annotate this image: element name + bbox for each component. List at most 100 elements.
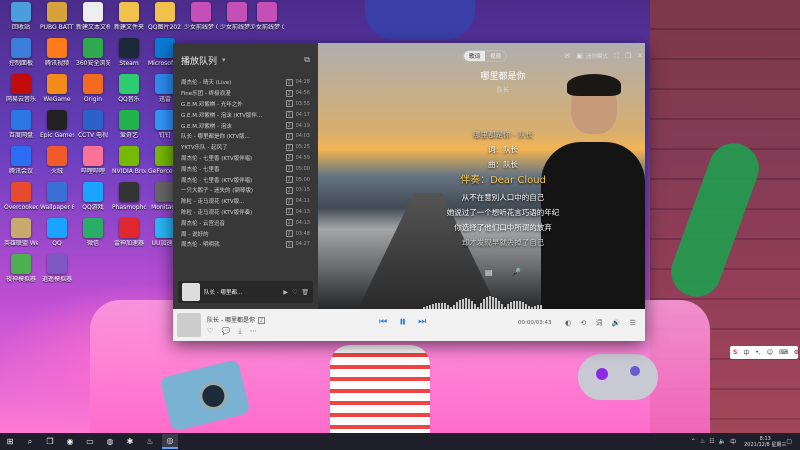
desktop-icon[interactable]: QQ音乐 xyxy=(112,74,146,103)
pause-icon[interactable]: ⏸ xyxy=(399,314,406,330)
volume-tray-icon[interactable]: 🔈 xyxy=(719,438,726,445)
mini-mode-label[interactable]: 迷你模式 xyxy=(586,52,608,60)
desktop-icon[interactable]: 网易云音乐 xyxy=(4,74,38,103)
queue-item[interactable]: 周 - 说好的 Z 03:48 xyxy=(173,228,318,239)
queue-item[interactable]: 陈粒 - 走马观花 (KTV版... Z 04:11 xyxy=(173,196,318,207)
desktop-icon[interactable]: 回收站 xyxy=(4,2,38,31)
tab-video[interactable]: 视频 xyxy=(485,51,506,61)
like-icon[interactable]: ♡ xyxy=(207,327,213,335)
next-track-icon[interactable]: ⏭ xyxy=(418,317,426,327)
queue-item[interactable]: 周杰伦 - 七里香 Z 05:00 xyxy=(173,163,318,174)
game-icon[interactable]: ✱ xyxy=(122,435,138,448)
delete-icon[interactable]: 🗑 xyxy=(301,289,309,296)
desktop-icon[interactable]: 百度网盘 xyxy=(4,110,38,139)
queue-item[interactable]: 陈粒 - 走马观花 (KTV版伴奏) Z 04:13 xyxy=(173,207,318,218)
search-icon[interactable]: ⌕ xyxy=(22,435,38,448)
queue-item[interactable]: G.E.M.邓紫棋 - 泡沫 Z 04:19 xyxy=(173,120,318,131)
browser-icon[interactable]: ◉ xyxy=(62,435,78,448)
video-icon[interactable]: ▤ xyxy=(485,268,493,277)
desktop-icon[interactable]: 微信 xyxy=(76,218,110,247)
lyrics-toggle-icon[interactable]: 词 xyxy=(595,319,602,327)
ime-button[interactable]: ⌨ xyxy=(779,349,788,356)
restore-icon[interactable]: ❐ xyxy=(625,52,631,60)
play-icon[interactable]: ▶ xyxy=(283,289,288,296)
ime-button[interactable]: 中 xyxy=(743,348,749,357)
open-external-icon[interactable]: ⧉ xyxy=(304,55,310,65)
queue-item[interactable]: 周杰伦 - 七里香 (KTV版伴唱) Z 04:59 xyxy=(173,153,318,164)
mic-icon[interactable]: 🎤 xyxy=(511,268,521,277)
desktop-icon[interactable]: 新建文本文档 xyxy=(76,2,110,31)
ime-tray-icon[interactable]: 中 xyxy=(730,437,736,446)
start-icon[interactable]: ⊞ xyxy=(2,435,18,448)
desktop-icon[interactable]: 哔哩哔哩 xyxy=(76,146,110,175)
clock[interactable]: 8:13 2021/12/8 星期三 xyxy=(744,436,786,448)
current-song-cover[interactable] xyxy=(177,313,201,337)
queue-item[interactable]: 周杰伦 - 晴天 (Live) Z 04:28 xyxy=(173,77,318,88)
desktop-icon[interactable]: 爱奇艺 xyxy=(112,110,146,139)
music-player-taskbar-icon[interactable]: ◎ xyxy=(162,434,178,449)
desktop-icon[interactable]: 新建文件夹 xyxy=(112,2,146,31)
queue-item[interactable]: G.E.M.邓紫棋 - 光年之外 Z 03:55 xyxy=(173,99,318,110)
desktop-icon[interactable]: 控制面板 xyxy=(4,38,38,67)
queue-item[interactable]: 周杰伦 - 云宫迅音 Z 04:13 xyxy=(173,217,318,228)
queue-item[interactable]: Fine乐团 - 终极浪漫 Z 04:56 xyxy=(173,88,318,99)
desktop-icon[interactable]: 雷神加速器 xyxy=(112,218,146,247)
queue-item[interactable]: 一只大鹅子 - 迷失的 (钢琴版) Z 03:15 xyxy=(173,185,318,196)
ime-button[interactable]: ⚙ xyxy=(794,349,799,356)
queue-item[interactable]: 周杰伦 - 七里香 (KTV版伴唱) Z 05:00 xyxy=(173,174,318,185)
lyrics-video-toggle[interactable]: 歌词 视频 xyxy=(463,50,508,62)
desktop-icon[interactable]: 英雄联盟 WeGame版 xyxy=(4,218,38,247)
tab-lyrics[interactable]: 歌词 xyxy=(464,51,486,61)
fullscreen-icon[interactable]: ⛶ xyxy=(614,52,619,61)
steam-icon[interactable]: ♨ xyxy=(142,435,158,448)
desktop-icon[interactable]: Wallpaper Engine xyxy=(40,182,74,211)
playlist-icon[interactable]: ☰ xyxy=(630,319,636,327)
music-player-window[interactable]: 播放队列 ▾ ⧉ 周杰伦 - 晴天 (Live) Z 04:28 Fine乐团 - 终… xyxy=(173,43,645,341)
sound-effect-icon[interactable]: ◐ xyxy=(565,319,571,327)
desktop-icon[interactable]: Phasmophobia xyxy=(112,182,146,211)
input-method-bar[interactable]: S 中 •, ☺ ⌨ ⚙ xyxy=(730,346,799,359)
desktop-icon[interactable]: 火绒 xyxy=(40,146,74,175)
desktop-icon[interactable]: Origin xyxy=(76,74,110,103)
task-view-icon[interactable]: ❒ xyxy=(42,435,58,448)
message-icon[interactable]: ✉ xyxy=(564,52,570,60)
like-icon[interactable]: ♡ xyxy=(292,289,297,296)
desktop-icon[interactable]: WeGame xyxy=(40,74,74,103)
desktop-icon[interactable]: QQ xyxy=(40,218,74,247)
steam-tray-icon[interactable]: ♨ xyxy=(700,438,705,445)
volume-icon[interactable]: 🔊 xyxy=(612,319,621,327)
desktop-icon[interactable]: NVIDIA Broadcast xyxy=(112,146,146,175)
desktop-icon[interactable]: Overcooked xyxy=(4,182,38,211)
desktop-icon[interactable]: 360安全浏览器 xyxy=(76,38,110,67)
close-icon[interactable]: ✕ xyxy=(637,52,643,60)
notification-icon[interactable]: ▢ xyxy=(786,438,792,445)
netease-music-icon[interactable]: ◍ xyxy=(102,435,118,448)
current-song-title[interactable]: 队长 - 哪里都是你 xyxy=(207,317,255,324)
desktop-icon[interactable]: QQ图片20210624... xyxy=(148,2,182,31)
ime-button[interactable]: ☺ xyxy=(767,349,773,356)
queue-item[interactable]: 周杰伦 - 明明就 Z 04:27 xyxy=(173,239,318,250)
download-icon[interactable]: ⤓ xyxy=(238,327,241,335)
desktop-icon[interactable]: 少女前线梦 0212T120... xyxy=(184,2,218,31)
more-icon[interactable]: ⋯ xyxy=(250,327,257,335)
chevron-down-icon[interactable]: ▾ xyxy=(222,56,226,64)
desktop-icon[interactable]: 少女前线梦 021411101... xyxy=(250,2,284,31)
ime-button[interactable]: •, xyxy=(755,349,760,356)
queue-item[interactable]: 队长 - 哪里都是你 (KTV版... Z 04:03 xyxy=(173,131,318,142)
network-icon[interactable]: ☷ xyxy=(709,438,714,445)
queue-item[interactable]: YKTV乐队 - 起风了 Z 05:25 xyxy=(173,142,318,153)
repeat-icon[interactable]: ⟲ xyxy=(580,319,586,327)
desktop-icon[interactable]: PUBG BATTLEGR... xyxy=(40,2,74,31)
queue-item[interactable]: G.E.M.邓紫棋 - 泡沫 (KTV版伴... Z 04:17 xyxy=(173,109,318,120)
desktop-icon[interactable]: QQ游戏 xyxy=(76,182,110,211)
tray-chevron-up-icon[interactable]: ⌃ xyxy=(691,438,696,445)
queue-now-playing[interactable]: 队长 - 哪里都... ▶ ♡ 🗑 xyxy=(178,281,313,303)
desktop-icon[interactable]: Steam xyxy=(112,38,146,67)
desktop-icon[interactable]: CCTV 电视 xyxy=(76,110,110,139)
mini-mode-icon[interactable]: ▣ xyxy=(576,52,583,60)
ime-button[interactable]: S xyxy=(733,349,737,356)
desktop-icon[interactable]: 逍遥模拟器 xyxy=(40,254,74,283)
previous-track-icon[interactable]: ⏮ xyxy=(379,317,387,327)
desktop-icon[interactable]: 腾讯会议 xyxy=(4,146,38,175)
desktop-icon[interactable]: 少女前线梦 021411101... xyxy=(220,2,254,31)
